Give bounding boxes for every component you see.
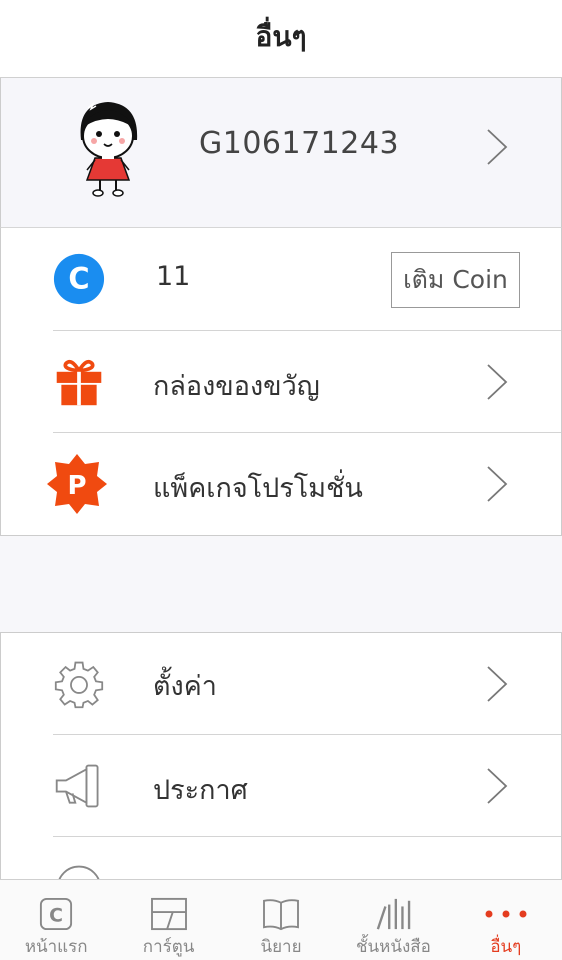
tab-more[interactable]: อื่นๆ [450,880,562,960]
settings-label: ตั้งค่า [153,671,217,702]
more-dots-icon [483,894,529,933]
chevron-right-icon [485,464,509,504]
avatar [71,96,145,198]
tab-label: ชั้นหนังสือ [355,937,431,957]
comic-panel-icon [150,894,188,933]
wallet-section: C 11 เติม Coin กล่องของขวัญ P แพ็คเกจโปร… [0,228,562,536]
chevron-right-icon [485,127,509,167]
gift-icon [51,354,107,410]
tab-label: อื่นๆ [490,937,522,957]
top-bar: อื่นๆ [0,0,562,78]
promo-package-row[interactable]: P แพ็คเกจโปรโมชั่น [1,433,561,535]
bottom-tab-bar: C หน้าแรก การ์ตูน นิยาย ชั้นหนังสือ อื่น… [0,879,562,960]
bookshelf-icon [374,894,412,933]
chevron-right-icon [485,664,509,704]
gift-box-row[interactable]: กล่องของขวัญ [1,331,561,433]
book-icon [261,894,301,933]
promo-package-label: แพ็คเกจโปรโมชั่น [153,473,363,504]
tab-novels[interactable]: นิยาย [225,880,337,960]
page-title: อื่นๆ [255,19,307,53]
coin-icon: C [51,251,107,307]
settings-row[interactable]: ตั้งค่า [1,633,561,735]
megaphone-icon [51,758,107,814]
user-id: G106171243 [199,126,400,161]
gear-icon [51,656,107,712]
tab-label: นิยาย [260,937,302,957]
chevron-right-icon [485,362,509,402]
home-c-icon: C [39,894,73,933]
promo-icon-letter: P [67,471,86,501]
gift-box-label: กล่องของขวัญ [153,371,320,402]
topup-coin-button[interactable]: เติม Coin [391,252,520,308]
tab-label: หน้าแรก [24,937,88,957]
announcement-row[interactable]: ประกาศ [1,735,561,837]
chevron-right-icon [485,766,509,806]
coin-balance: 11 [156,261,191,292]
coin-icon-letter: C [68,262,89,296]
home-icon-letter: C [49,904,63,926]
promo-badge-icon: P [45,452,109,516]
tab-comics[interactable]: การ์ตูน [112,880,224,960]
announcement-label: ประกาศ [153,775,248,806]
tab-label: การ์ตูน [142,937,195,957]
tab-bookshelf[interactable]: ชั้นหนังสือ [337,880,449,960]
tab-home[interactable]: C หน้าแรก [0,880,112,960]
coin-row: C 11 เติม Coin [1,228,561,330]
profile-row[interactable]: G106171243 [0,78,562,228]
settings-section: ตั้งค่า ประกาศ [0,632,562,911]
